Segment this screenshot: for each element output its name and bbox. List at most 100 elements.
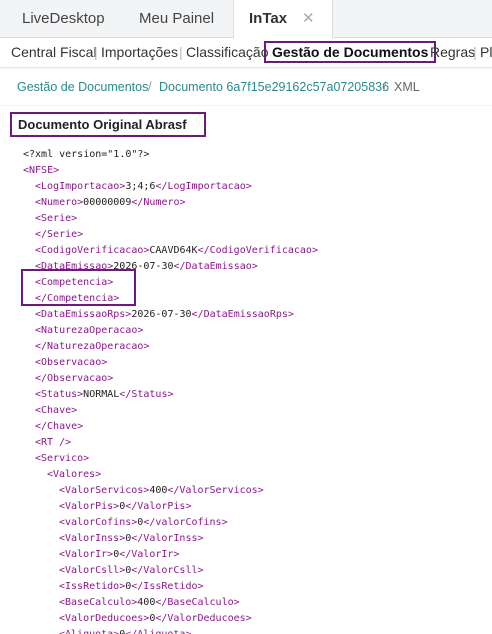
xml-line: <ValorPis>0</ValorPis> bbox=[23, 499, 318, 515]
xml-line: <Observacao> bbox=[23, 355, 318, 371]
menu-item-central-fiscal[interactable]: Central Fiscal bbox=[11, 44, 97, 60]
xml-tag: </Observacao> bbox=[35, 373, 114, 384]
xml-tag: <Aliquota> bbox=[59, 629, 119, 634]
tab-intax-label: InTax bbox=[249, 10, 288, 27]
xml-tag: <Chave> bbox=[35, 405, 78, 416]
breadcrumb-gestao-de-documentos[interactable]: Gestão de Documentos bbox=[17, 80, 148, 94]
xml-tag: <LogImportacao> bbox=[35, 181, 126, 192]
xml-closing-tag: </ValorDeducoes> bbox=[155, 613, 252, 624]
xml-line: <ValorInss>0</ValorInss> bbox=[23, 531, 318, 547]
xml-line: <Status>NORMAL</Status> bbox=[23, 387, 318, 403]
xml-line: <CodigoVerificacao>CAAVD64K</CodigoVerif… bbox=[23, 243, 318, 259]
xml-closing-tag: </valorCofins> bbox=[143, 517, 228, 528]
xml-tag: <Observacao> bbox=[35, 357, 108, 368]
xml-line: <IssRetido>0</IssRetido> bbox=[23, 579, 318, 595]
xml-line: <valorCofins>0</valorCofins> bbox=[23, 515, 318, 531]
xml-tag: <ValorInss> bbox=[59, 533, 126, 544]
xml-tag: <Status> bbox=[35, 389, 84, 400]
menu-item-classificacao[interactable]: Classificação bbox=[186, 44, 268, 60]
xml-value: CAAVD64K bbox=[149, 245, 198, 256]
xml-value: 00000009 bbox=[83, 197, 132, 208]
xml-closing-tag: </ValorPis> bbox=[125, 501, 192, 512]
competencia-highlight-box bbox=[21, 269, 136, 306]
xml-tag: <DataEmissaoRps> bbox=[35, 309, 132, 320]
close-icon[interactable]: ✕ bbox=[302, 0, 315, 38]
xml-value: 3;4;6 bbox=[125, 181, 156, 192]
xml-closing-tag: </ValorCsll> bbox=[131, 565, 204, 576]
xml-line: <NFSE> bbox=[23, 163, 318, 179]
xml-tag: </Serie> bbox=[35, 229, 84, 240]
xml-line: <BaseCalculo>400</BaseCalculo> bbox=[23, 595, 318, 611]
xml-tag: <NaturezaOperacao> bbox=[35, 325, 144, 336]
xml-tag: <Servico> bbox=[35, 453, 90, 464]
xml-tag: <CodigoVerificacao> bbox=[35, 245, 150, 256]
xml-line: </Serie> bbox=[23, 227, 318, 243]
xml-closing-tag: </Numero> bbox=[131, 197, 186, 208]
xml-tag: <NFSE> bbox=[23, 165, 60, 176]
xml-value: 2026-07-30 bbox=[131, 309, 192, 320]
xml-tag: <?xml version="1.0"?> bbox=[23, 149, 150, 160]
xml-line: <ValorIr>0</ValorIr> bbox=[23, 547, 318, 563]
xml-value: NORMAL bbox=[83, 389, 120, 400]
tab-intax[interactable]: InTax ✕ bbox=[233, 0, 333, 39]
xml-closing-tag: </ValorInss> bbox=[131, 533, 204, 544]
xml-closing-tag: </BaseCalculo> bbox=[155, 597, 240, 608]
xml-tag: </NaturezaOperacao> bbox=[35, 341, 150, 352]
breadcrumb-separator: / bbox=[383, 80, 387, 94]
xml-closing-tag: </IssRetido> bbox=[131, 581, 204, 592]
xml-tag: <ValorIr> bbox=[59, 549, 114, 560]
breadcrumb: Gestão de Documentos / Documento 6a7f15e… bbox=[0, 69, 492, 105]
xml-tag: <valorCofins> bbox=[59, 517, 138, 528]
xml-closing-tag: </Aliquota> bbox=[125, 629, 191, 634]
xml-tag: <RT /> bbox=[35, 437, 72, 448]
menu-item-gestao-de-documentos[interactable]: Gestão de Documentos bbox=[264, 41, 437, 63]
xml-tag: <ValorServicos> bbox=[59, 485, 150, 496]
xml-viewer: <?xml version="1.0"?> <NFSE> <LogImportaca… bbox=[23, 147, 318, 634]
xml-line: <Servico> bbox=[23, 451, 318, 467]
xml-closing-tag: </CodigoVerificacao> bbox=[197, 245, 318, 256]
xml-line: </Chave> bbox=[23, 419, 318, 435]
xml-tag: </Chave> bbox=[35, 421, 84, 432]
menu-separator: | bbox=[473, 44, 477, 60]
xml-line: <?xml version="1.0"?> bbox=[23, 147, 318, 163]
menu-item-pl[interactable]: Pl bbox=[480, 44, 492, 60]
xml-line: <DataEmissaoRps>2026-07-30</DataEmissaoR… bbox=[23, 307, 318, 323]
document-panel: Documento Original Abrasf <?xml version=… bbox=[0, 106, 492, 634]
xml-tag: <ValorDeducoes> bbox=[59, 613, 150, 624]
xml-value: 400 bbox=[149, 485, 168, 496]
xml-line: <RT /> bbox=[23, 435, 318, 451]
menu-item-regras[interactable]: Regras bbox=[430, 44, 475, 60]
breadcrumb-documento[interactable]: Documento 6a7f15e29162c57a07205836 bbox=[159, 80, 389, 94]
xml-line: <ValorCsll>0</ValorCsll> bbox=[23, 563, 318, 579]
xml-line: <Serie> bbox=[23, 211, 318, 227]
xml-closing-tag: </LogImportacao> bbox=[155, 181, 252, 192]
menu-separator: | bbox=[94, 44, 98, 60]
tab-livedesktop[interactable]: LiveDesktop bbox=[22, 0, 105, 38]
menu-item-importacoes[interactable]: Importações bbox=[101, 44, 178, 60]
xml-tag: <ValorPis> bbox=[59, 501, 120, 512]
top-tab-bar: LiveDesktop Meu Painel InTax ✕ bbox=[0, 0, 492, 39]
xml-closing-tag: </DataEmissaoRps> bbox=[191, 309, 294, 320]
xml-line: <Valores> bbox=[23, 467, 318, 483]
xml-value: 400 bbox=[137, 597, 156, 608]
breadcrumb-xml: XML bbox=[394, 80, 420, 94]
xml-tag: <Serie> bbox=[35, 213, 78, 224]
breadcrumb-separator: / bbox=[148, 80, 152, 94]
xml-line: <LogImportacao>3;4;6</LogImportacao> bbox=[23, 179, 318, 195]
xml-closing-tag: </DataEmissao> bbox=[173, 261, 258, 272]
xml-line: <NaturezaOperacao> bbox=[23, 323, 318, 339]
xml-tag: <Valores> bbox=[47, 469, 102, 480]
xml-tag: <IssRetido> bbox=[59, 581, 126, 592]
xml-closing-tag: </ValorServicos> bbox=[167, 485, 264, 496]
xml-closing-tag: </Status> bbox=[119, 389, 174, 400]
xml-line: <Chave> bbox=[23, 403, 318, 419]
xml-line: <ValorServicos>400</ValorServicos> bbox=[23, 483, 318, 499]
xml-line: <Aliquota>0</Aliquota> bbox=[23, 627, 318, 634]
xml-tag: <Numero> bbox=[35, 197, 84, 208]
xml-line: <Numero>00000009</Numero> bbox=[23, 195, 318, 211]
tab-meu-painel[interactable]: Meu Painel bbox=[139, 0, 214, 38]
xml-tag: <ValorCsll> bbox=[59, 565, 126, 576]
document-title: Documento Original Abrasf bbox=[10, 112, 206, 137]
xml-line: <ValorDeducoes>0</ValorDeducoes> bbox=[23, 611, 318, 627]
xml-closing-tag: </ValorIr> bbox=[119, 549, 180, 560]
